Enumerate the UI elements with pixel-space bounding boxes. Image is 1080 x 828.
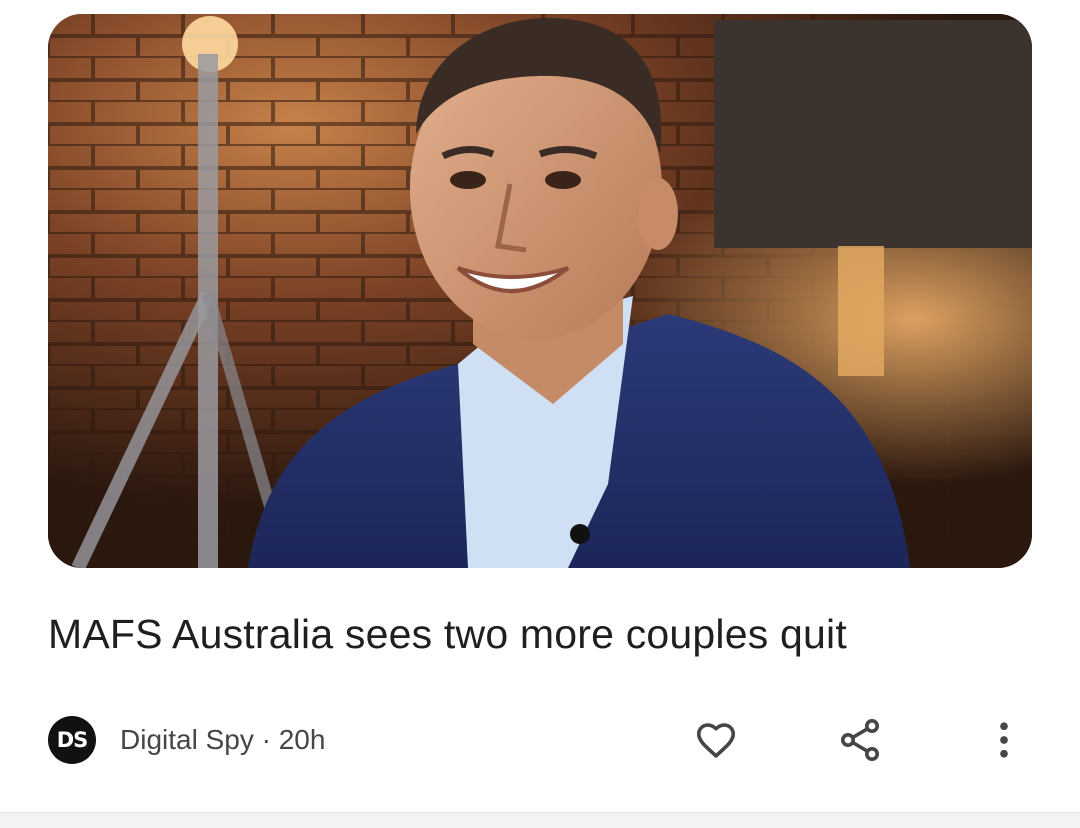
share-button[interactable]: [832, 714, 888, 766]
card-divider: [0, 812, 1080, 828]
like-button[interactable]: [688, 714, 744, 766]
news-card[interactable]: MAFS Australia sees two more couples qui…: [0, 0, 1080, 812]
source-logo: DS: [48, 716, 96, 764]
heart-outline-icon: [696, 723, 736, 758]
article-headline[interactable]: MAFS Australia sees two more couples qui…: [48, 606, 1038, 662]
source-and-time: Digital Spy · 20h: [120, 724, 326, 755]
share-icon: [841, 719, 879, 761]
article-meta: DS Digital Spy · 20h: [48, 714, 325, 766]
more-vertical-icon: [1000, 722, 1008, 758]
article-thumbnail[interactable]: [48, 14, 1032, 568]
more-options-button[interactable]: [976, 714, 1032, 766]
thumbnail-image: [48, 14, 1032, 568]
